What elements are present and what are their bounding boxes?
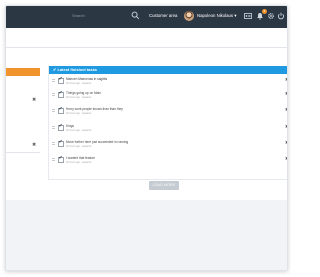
panel-title: ✔ Latest finished tasks	[49, 66, 287, 74]
drag-handle-icon[interactable]	[52, 142, 55, 143]
delete-icon[interactable]: ✖	[285, 107, 287, 113]
drag-handle-icon[interactable]	[52, 158, 55, 159]
power-icon[interactable]	[277, 12, 285, 20]
task-title: Hurry work people knows than than they	[66, 107, 123, 111]
app-window: Search Customer area Napoleon Nikolaus ▾…	[5, 5, 288, 271]
task-meta: 20 hours ago · Aquarius	[66, 128, 92, 132]
search-input[interactable]: Search	[72, 13, 85, 18]
drag-handle-icon[interactable]	[52, 79, 55, 80]
check-icon: ✔	[58, 76, 63, 82]
delete-icon[interactable]: ✖	[285, 91, 287, 97]
task-row: ✔ I wanted that feature 20 hours ago · A…	[49, 155, 287, 167]
delete-icon[interactable]: ✖	[32, 97, 36, 103]
left-panel-header	[6, 68, 40, 76]
delete-icon[interactable]: ✖	[285, 156, 287, 162]
user-name: Napoleon Nikolaus	[197, 13, 234, 18]
drag-handle-icon[interactable]	[52, 126, 55, 127]
gear-icon[interactable]	[267, 12, 275, 20]
notification-badge: 3	[262, 9, 267, 14]
task-title: Kings	[66, 124, 74, 128]
chevron-down-icon: ▾	[234, 13, 237, 18]
customer-area-link[interactable]: Customer area	[149, 13, 177, 18]
task-row: ✔ Hurry work people knows than than they…	[49, 106, 287, 118]
task-meta: 20 hours ago · Aquarius	[66, 81, 92, 85]
check-icon: ✔	[58, 106, 63, 112]
user-menu[interactable]: Napoleon Nikolaus ▾	[197, 13, 236, 19]
task-row: ✔ Things going up on Main 20 hours ago ·…	[49, 90, 287, 102]
task-title: I wanted that feature	[66, 156, 96, 160]
check-icon: ✔	[58, 139, 63, 145]
delete-icon[interactable]: ✖	[32, 142, 36, 148]
top-navigation-bar: Search Customer area Napoleon Nikolaus ▾…	[6, 6, 287, 28]
task-row: ✔ Move further here just succeeded in ru…	[49, 139, 287, 151]
delete-icon[interactable]: ✖	[285, 77, 287, 83]
finished-tasks-panel: ✔ Latest finished tasks ✔ Maecen Maecena…	[48, 66, 287, 180]
check-icon: ✔	[58, 123, 63, 129]
sub-header	[6, 28, 287, 48]
page-footer-area	[6, 210, 287, 270]
drag-handle-icon[interactable]	[52, 109, 55, 110]
search-icon[interactable]	[131, 11, 140, 20]
task-row: ✔ Maecen Maecenas in sagittis 20 hours a…	[49, 76, 287, 88]
check-icon: ✔	[58, 90, 63, 96]
task-meta: 20 hours ago · Aquarius	[66, 95, 92, 99]
delete-icon[interactable]: ✖	[285, 140, 287, 146]
task-meta: 20 hours ago · Aquarius	[66, 111, 92, 115]
drag-handle-icon[interactable]	[52, 93, 55, 94]
check-icon: ✔	[58, 155, 63, 161]
task-title: Things going up on Main	[66, 91, 101, 95]
divider	[6, 152, 40, 153]
dashboard-content: ✖ ✖ ✔ Latest finished tasks ✔ Maecen Mae…	[6, 48, 287, 200]
task-meta: 20 hours ago · Aquarius	[66, 160, 92, 164]
load-more-button[interactable]: LOAD MORE	[149, 181, 179, 190]
task-row: ✔ Kings 20 hours ago · Aquarius ✖	[49, 123, 287, 135]
task-meta: 20 hours ago · Aquarius	[66, 144, 92, 148]
task-title: Maecen Maecenas in sagittis	[66, 77, 108, 81]
task-title: Move further here just succeeded in runn…	[66, 140, 129, 144]
delete-icon[interactable]: ✖	[285, 124, 287, 130]
id-card-icon[interactable]	[244, 12, 252, 20]
avatar[interactable]	[184, 11, 194, 21]
